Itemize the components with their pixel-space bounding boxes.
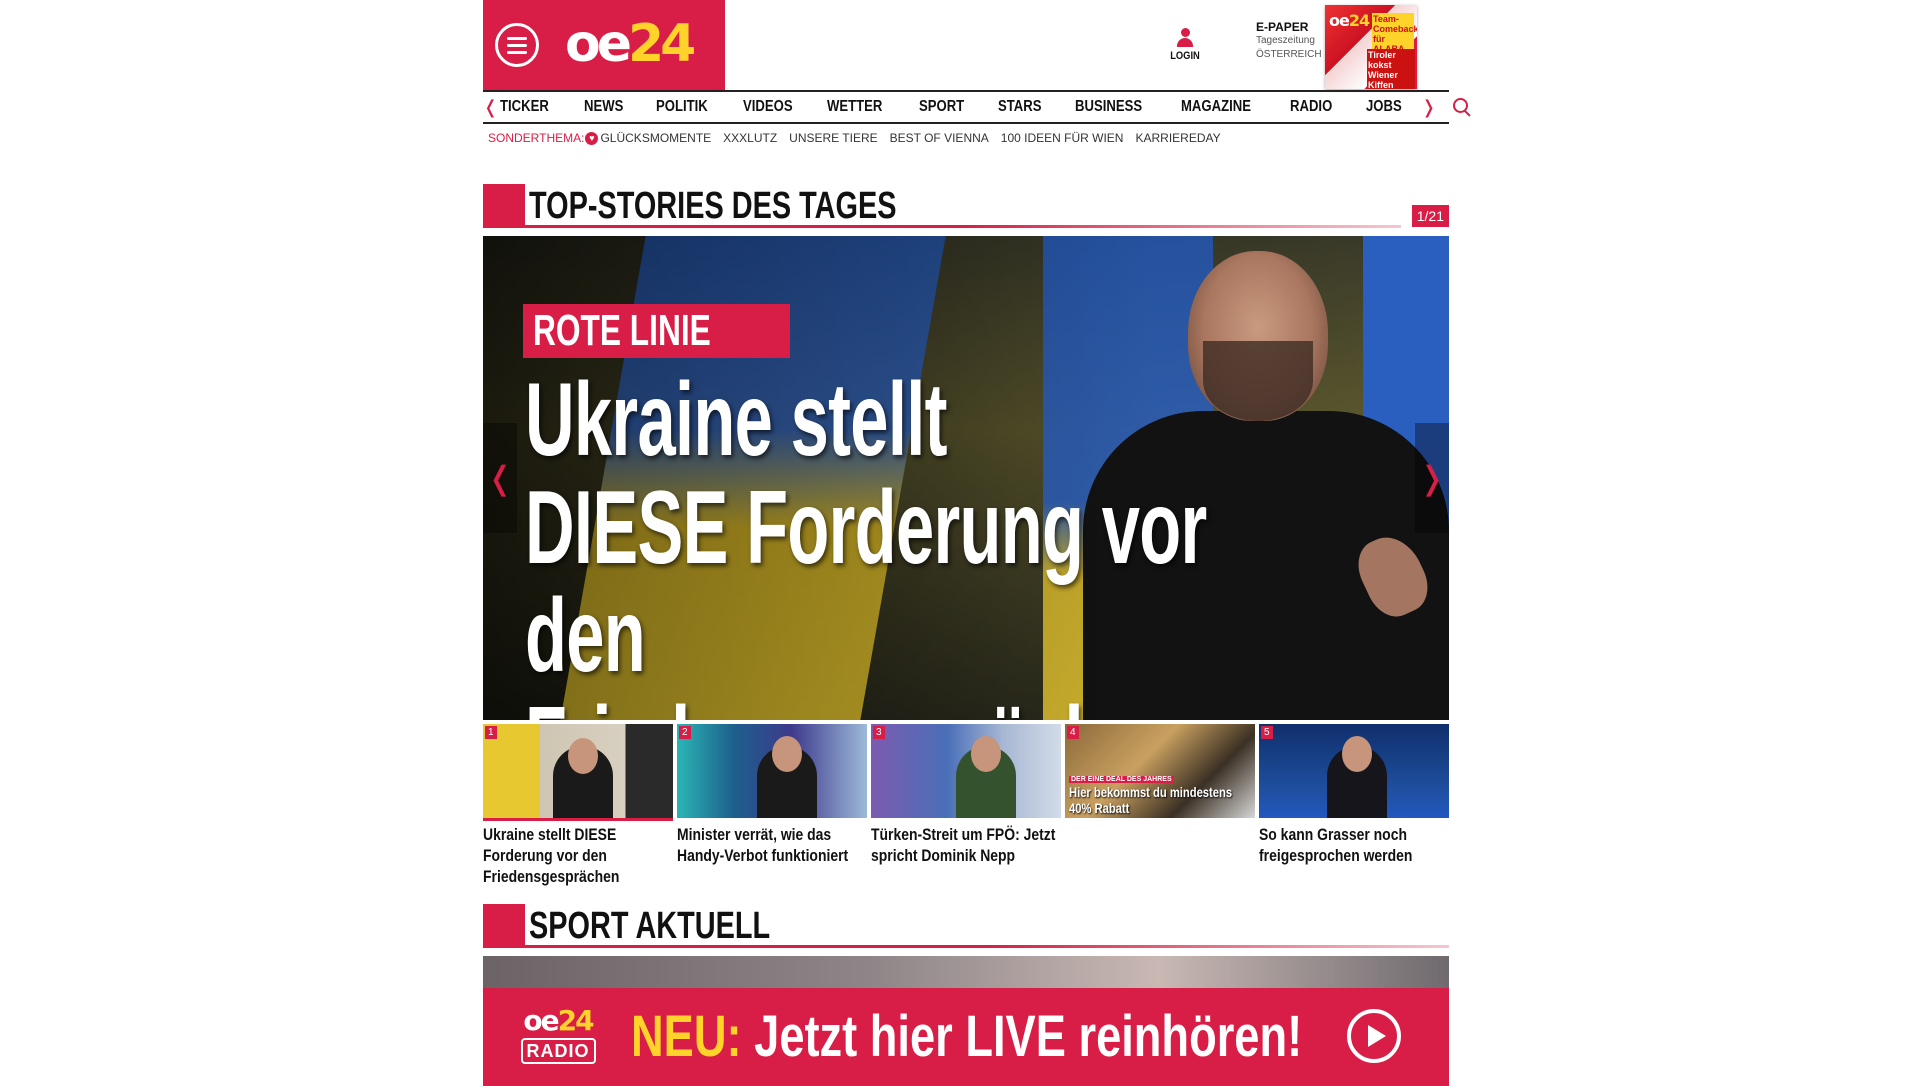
nav-item-politik[interactable]: POLITIK [656, 98, 718, 116]
epaper-cover-logo: oe24 [1329, 11, 1370, 30]
nav-left-arrow-icon[interactable]: ❬ [483, 97, 498, 118]
radio-logo: oe24 RADIO [513, 1006, 603, 1068]
nav-items: TICKER NEWS POLITIK VIDEOS WETTER SPORT … [498, 98, 1421, 116]
thumb-image: 4 DER EINE DEAL DES JAHRES Hier bekommst… [1065, 724, 1255, 818]
sport-title: SPORT AKTUELL [529, 905, 771, 947]
nav-item-radio[interactable]: RADIO [1290, 98, 1342, 116]
sport-image-strip [483, 956, 1449, 988]
epaper-title: E-PAPER [1256, 20, 1309, 34]
top-stories-title: TOP-STORIES DES TAGES [529, 185, 897, 227]
subnav-link-best-of-vienna[interactable]: BEST OF VIENNA [890, 131, 989, 145]
thumb-image: 5 [1259, 724, 1449, 818]
slider-prev-icon[interactable]: ❬ [483, 423, 517, 533]
epaper-cover-image[interactable]: oe24 Team-Comeback für ALABA Tiroler kok… [1325, 5, 1417, 89]
thumb-story-1[interactable]: 1 Ukraine stellt DIESE Forderung vor den… [483, 724, 673, 887]
heart-icon: ♥ [585, 131, 599, 145]
nav-item-ticker[interactable]: TICKER [500, 98, 559, 116]
subnav: SONDERTHEMA: ♥ GLÜCKSMOMENTE XXXLUTZ UNS… [483, 128, 1233, 148]
thumb-image: 1 [483, 724, 673, 818]
thumb-story-2[interactable]: 2 Minister verrät, wie das Handy-Verbot … [677, 724, 867, 866]
play-icon[interactable] [1347, 1009, 1401, 1063]
thumb-caption: Türken-Streit um FPÖ: Jetzt spricht Domi… [871, 825, 1056, 865]
nav-right-arrow-icon[interactable]: ❭ [1421, 97, 1436, 118]
nav-item-business[interactable]: BUSINESS [1075, 98, 1152, 116]
slider-pager: 1/21 [1411, 205, 1449, 227]
page: oe24 LOGIN E-PAPER Tageszeitung ÖSTERREI… [483, 0, 1471, 1086]
epaper-subtitle: Tageszeitung [1256, 35, 1315, 46]
hero-headline[interactable]: Ukraine stellt DIESE Forderung vor den F… [525, 366, 1251, 720]
ad-overlay-text: Hier bekommst du mindestens 40% Rabatt [1069, 784, 1233, 816]
thumb-story-3[interactable]: 3 Türken-Streit um FPÖ: Jetzt spricht Do… [871, 724, 1061, 866]
main-nav: ❬ TICKER NEWS POLITIK VIDEOS WETTER SPOR… [483, 90, 1471, 124]
nav-item-videos[interactable]: VIDEOS [743, 98, 802, 116]
thumb-caption: So kann Grasser noch freigesprochen werd… [1259, 825, 1413, 865]
login-label: LOGIN [1170, 50, 1200, 62]
epaper-region: ÖSTERREICH [1256, 49, 1322, 60]
nav-item-magazine[interactable]: MAGAZINE [1181, 98, 1261, 116]
nav-item-news[interactable]: NEWS [584, 98, 633, 116]
subnav-link-karriereday[interactable]: KARRIEREDAY [1135, 131, 1220, 145]
hero-kicker: ROTE LINIE [523, 304, 790, 358]
nav-item-sport[interactable]: SPORT [919, 98, 974, 116]
thumb-image: 2 [677, 724, 867, 818]
radio-banner-text: NEU: Jetzt hier LIVE reinhören! [631, 1004, 1303, 1069]
radio-banner[interactable]: oe24 RADIO NEU: Jetzt hier LIVE reinhöre… [483, 988, 1449, 1086]
nav-item-stars[interactable]: STARS [998, 98, 1051, 116]
nav-item-jobs[interactable]: JOBS [1366, 98, 1412, 116]
thumb-caption: Ukraine stellt DIESE Forderung vor den F… [483, 825, 620, 886]
thumb-story-5[interactable]: 5 So kann Grasser noch freigesprochen we… [1259, 724, 1449, 866]
thumb-story-4[interactable]: 4 DER EINE DEAL DES JAHRES Hier bekommst… [1065, 724, 1255, 818]
slider-next-icon[interactable]: ❭ [1415, 423, 1449, 533]
ad-kicker: DER EINE DEAL DES JAHRES [1069, 776, 1174, 783]
subnav-link-gluecksmomente[interactable]: GLÜCKSMOMENTE [600, 131, 711, 145]
nav-item-wetter[interactable]: WETTER [827, 98, 892, 116]
subnav-link-xxxlutz[interactable]: XXXLUTZ [723, 131, 777, 145]
user-icon [1176, 28, 1194, 48]
login-button[interactable]: LOGIN [1163, 28, 1207, 62]
sport-header: SPORT AKTUELL [483, 904, 1449, 948]
hamburger-menu-icon[interactable] [495, 23, 539, 67]
thumb-image: 3 [871, 724, 1061, 818]
logo-box[interactable]: oe24 [483, 0, 725, 90]
top-stories-thumbnails: 1 Ukraine stellt DIESE Forderung vor den… [483, 724, 1449, 894]
epaper-cover-sub: Tiroler kokst Wiener Kiffen [1367, 49, 1415, 89]
subnav-link-unsere-tiere[interactable]: UNSERE TIERE [789, 131, 877, 145]
thumb-caption: Minister verrät, wie das Handy-Verbot fu… [677, 825, 849, 865]
top-stories-header: TOP-STORIES DES TAGES 1/21 [483, 184, 1449, 228]
subnav-link-100-ideen[interactable]: 100 IDEEN FÜR WIEN [1001, 131, 1124, 145]
epaper-link[interactable]: E-PAPER Tageszeitung ÖSTERREICH [1256, 20, 1326, 62]
site-logo[interactable]: oe24 [565, 14, 696, 74]
active-indicator [483, 818, 673, 821]
subnav-label: SONDERTHEMA: [488, 131, 585, 145]
hero-story[interactable]: ROTE LINIE Ukraine stellt DIESE Forderun… [483, 236, 1449, 720]
